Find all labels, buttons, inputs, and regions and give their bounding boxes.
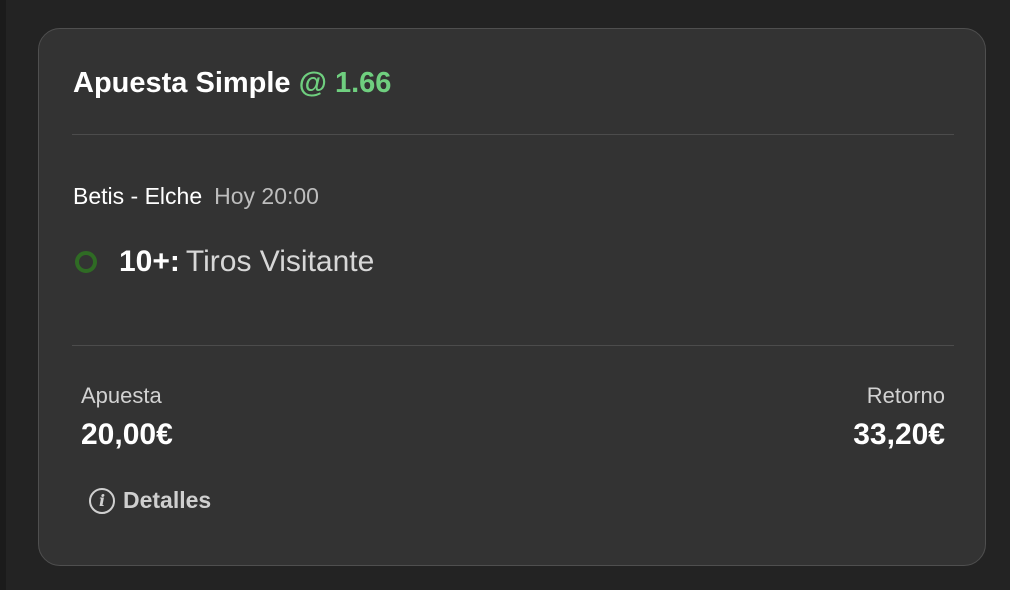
bet-slip-card: Apuesta Simple @ 1.66 Betis - Elche Hoy 2… [38,28,986,566]
bet-type: Apuesta Simple [73,67,291,99]
selection-row: 10+: Tiros Visitante [75,242,374,282]
bet-title: Apuesta Simple @ 1.66 [73,65,391,101]
selection-value: 10+: [119,245,180,278]
event-time: Hoy 20:00 [214,183,319,209]
side-panel-edge [0,0,6,590]
event-info: Betis - Elche Hoy 20:00 [73,181,319,211]
return-amount: 33,20€ [853,418,945,451]
details-button[interactable]: i Detalles [89,487,211,514]
selection-status-indicator [75,251,97,273]
divider [72,345,954,346]
stake-label: Apuesta [81,383,162,408]
return-label: Retorno [866,383,945,408]
divider [72,134,954,135]
bet-odds: @ 1.66 [298,67,392,99]
selection-market: Tiros Visitante [185,245,375,278]
info-icon: i [89,487,115,514]
event-teams: Betis - Elche [73,183,203,209]
details-label: Detalles [123,487,212,513]
stake-amount: 20,00€ [81,418,173,451]
